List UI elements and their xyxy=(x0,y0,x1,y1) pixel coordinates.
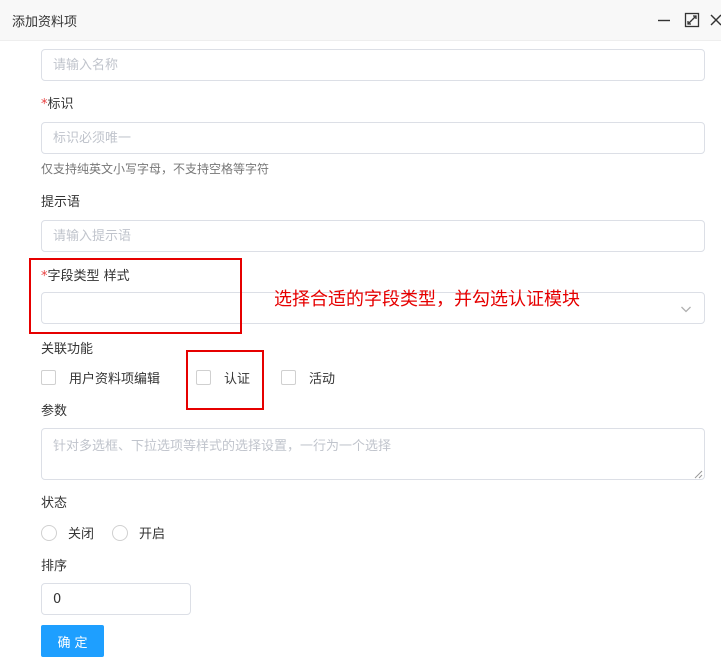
identifier-input[interactable] xyxy=(41,122,705,154)
name-input[interactable] xyxy=(41,49,705,81)
radio-label: 关闭 xyxy=(68,527,95,542)
sort-label: 排序 xyxy=(41,559,68,574)
checkbox-box[interactable] xyxy=(41,370,56,385)
radio-label: 开启 xyxy=(139,527,166,542)
annotation-text: 选择合适的字段类型，并勾选认证模块 xyxy=(274,289,580,310)
radio-on[interactable]: 开启 xyxy=(112,523,165,542)
checkbox-box[interactable] xyxy=(196,370,211,385)
radio-circle[interactable] xyxy=(112,524,128,541)
checkbox-label: 用户资料项编辑 xyxy=(69,372,161,387)
dialog-titlebar: 添加资料项 xyxy=(0,0,721,41)
checkbox-label: 活动 xyxy=(309,372,336,387)
checkbox-user-profile-edit[interactable]: 用户资料项编辑 xyxy=(41,368,160,387)
field-type-label: *字段类型 样式 xyxy=(41,265,130,284)
prompt-label: 提示语 xyxy=(41,195,81,210)
identifier-label-text: 标识 xyxy=(47,97,74,112)
related-label: 关联功能 xyxy=(41,342,94,357)
checkbox-box[interactable] xyxy=(281,370,296,385)
chevron-down-icon xyxy=(680,303,692,315)
params-textarea[interactable] xyxy=(41,428,705,480)
confirm-button[interactable]: 确定 xyxy=(41,625,104,657)
close-icon[interactable] xyxy=(709,12,721,28)
dialog-title: 添加资料项 xyxy=(12,15,78,30)
identifier-label: *标识 xyxy=(41,93,74,112)
minimize-icon[interactable] xyxy=(656,12,672,28)
status-label: 状态 xyxy=(41,496,68,511)
params-label: 参数 xyxy=(41,404,68,419)
field-type-label-text: 字段类型 样式 xyxy=(47,269,130,284)
checkbox-certification[interactable]: 认证 xyxy=(196,368,250,387)
prompt-input[interactable] xyxy=(41,220,705,252)
radio-off[interactable]: 关闭 xyxy=(41,523,94,542)
maximize-icon[interactable] xyxy=(684,12,700,28)
radio-circle[interactable] xyxy=(41,524,57,541)
checkbox-label: 认证 xyxy=(224,372,251,387)
checkbox-activity[interactable]: 活动 xyxy=(281,368,335,387)
sort-input[interactable] xyxy=(41,583,191,615)
identifier-hint: 仅支持纯英文小写字母，不支持空格等字符 xyxy=(41,162,270,176)
